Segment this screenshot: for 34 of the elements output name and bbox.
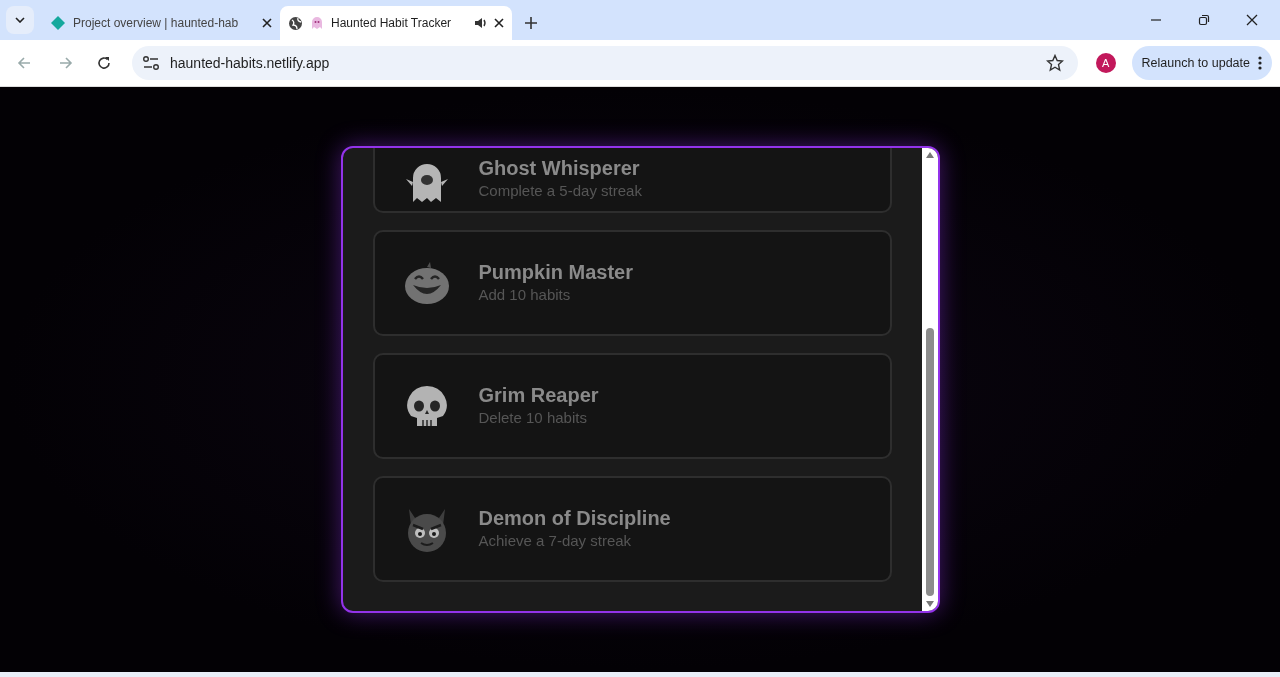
profile-avatar[interactable]: A bbox=[1095, 53, 1116, 73]
browser-tab[interactable]: Haunted Habit Tracker bbox=[280, 6, 512, 40]
restore-icon[interactable] bbox=[1198, 14, 1210, 26]
close-icon[interactable] bbox=[1246, 14, 1258, 26]
achievement-title: Demon of Discipline bbox=[478, 505, 671, 530]
close-icon[interactable] bbox=[262, 18, 272, 28]
achievement-title: Pumpkin Master bbox=[478, 259, 633, 284]
achievement-description: Achieve a 7-day streak bbox=[478, 530, 633, 551]
scroll-up-icon bbox=[924, 151, 935, 159]
achievement-title: Ghost Whisperer bbox=[478, 156, 641, 181]
menu-icon[interactable] bbox=[1258, 55, 1262, 71]
globe-icon bbox=[288, 15, 303, 31]
scroll-down-icon bbox=[924, 600, 935, 608]
speaker-icon[interactable] bbox=[473, 16, 487, 30]
url-text: haunted-habits.netlify.app bbox=[170, 53, 331, 73]
achievement-title: Grim Reaper bbox=[478, 382, 599, 407]
address-bar[interactable]: haunted-habits.netlify.app bbox=[132, 46, 1078, 80]
tab-list-button[interactable] bbox=[6, 6, 34, 34]
ghost-icon bbox=[310, 16, 324, 30]
tab-title: Project overview | haunted-hab bbox=[73, 15, 240, 32]
achievement-description: Delete 10 habits bbox=[478, 407, 588, 428]
achievement-description: Complete a 5-day streak bbox=[478, 181, 642, 202]
star-icon[interactable] bbox=[1045, 54, 1064, 72]
site-settings-icon[interactable] bbox=[142, 55, 160, 71]
browser-tab[interactable]: Project overview | haunted-hab bbox=[42, 6, 280, 40]
relaunch-button[interactable]: Relaunch to update bbox=[1131, 46, 1272, 80]
chevron-down-icon bbox=[15, 17, 25, 23]
achievement-description: Add 10 habits bbox=[478, 284, 572, 305]
diamond-icon bbox=[50, 15, 66, 31]
new-tab-icon[interactable] bbox=[524, 16, 538, 30]
tab-title: Haunted Habit Tracker bbox=[331, 15, 453, 32]
reload-icon[interactable] bbox=[96, 55, 112, 71]
scrollbar[interactable] bbox=[921, 148, 938, 611]
close-icon[interactable] bbox=[494, 18, 504, 28]
